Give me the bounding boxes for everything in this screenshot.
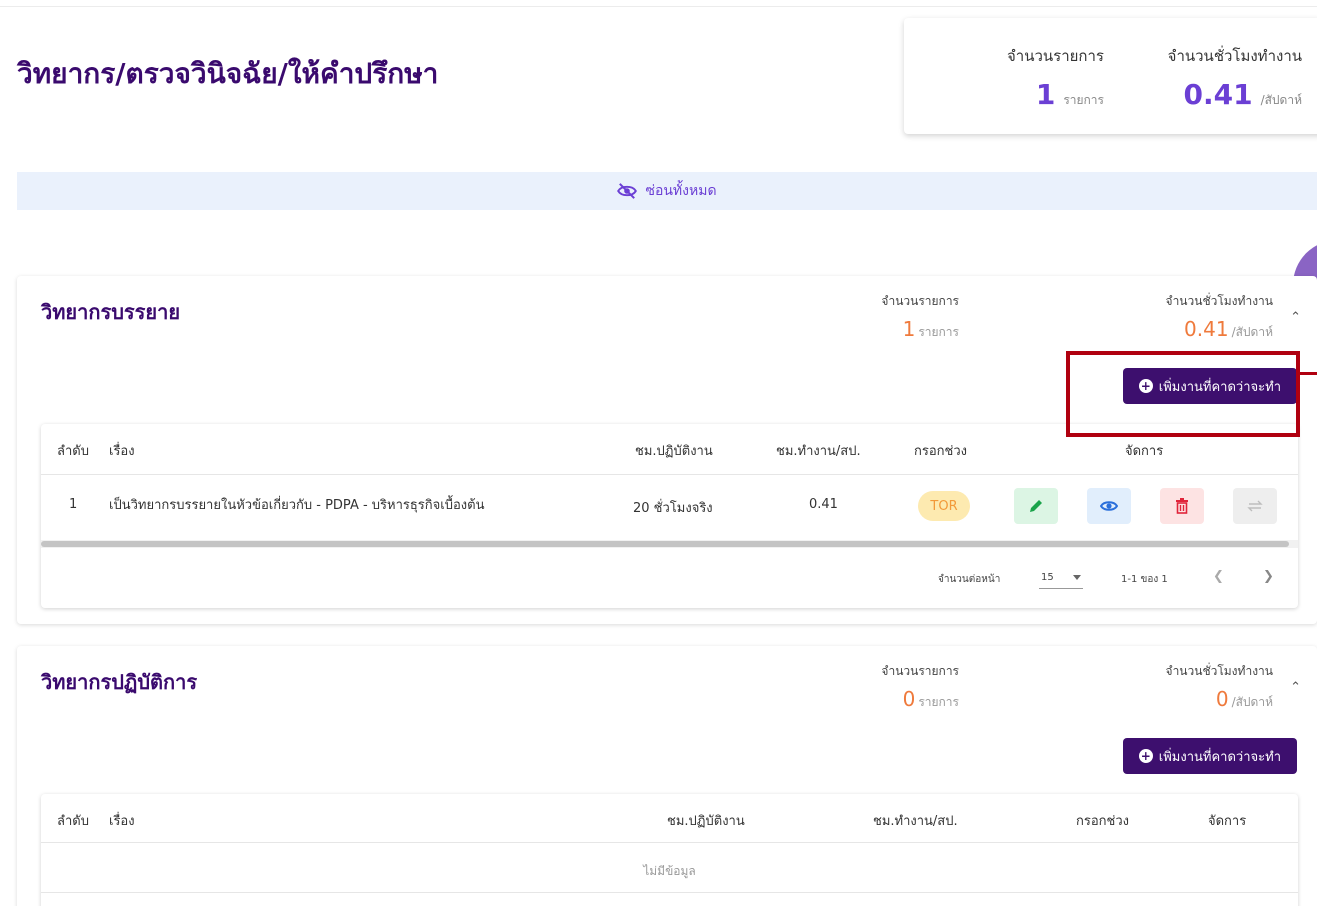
summary-count-label: จำนวนรายการ bbox=[1007, 47, 1104, 65]
collapse-chevron-icon[interactable]: ⌃ bbox=[1290, 680, 1301, 695]
col-manage: จัดการ bbox=[1125, 444, 1164, 459]
col-work-hours: ชม.ปฏิบัติงาน bbox=[667, 814, 745, 829]
col-hours-per-week: ชม.ทำงาน/สป. bbox=[776, 444, 861, 459]
summary-count-unit: รายการ bbox=[1063, 93, 1104, 107]
section-hours-value: 0 bbox=[1215, 687, 1229, 711]
section-count-unit: รายการ bbox=[918, 695, 959, 709]
scrollbar-thumb[interactable] bbox=[41, 541, 1289, 547]
section-hours-unit: /สัปดาห์ bbox=[1231, 325, 1273, 339]
pencil-icon bbox=[1030, 500, 1042, 512]
section-count: จำนวนรายการ 1 รายการ bbox=[881, 292, 959, 342]
eye-off-icon bbox=[617, 183, 638, 199]
summary-hours-unit: /สัปดาห์ bbox=[1260, 93, 1302, 107]
section-hours: จำนวนชั่วโมงทำงาน 0.41/สัปดาห์ bbox=[1166, 292, 1273, 342]
add-button-label: เพิ่มงานที่คาดว่าจะทำ bbox=[1158, 749, 1281, 765]
summary-hours-label: จำนวนชั่วโมงทำงาน bbox=[1167, 47, 1302, 65]
period-badge: TOR bbox=[918, 491, 970, 521]
row-work-hours: 20 ชั่วโมงจริง bbox=[633, 501, 713, 516]
col-period: กรอกช่วง bbox=[914, 444, 968, 459]
row-subject: เป็นวิทยากรบรรยายในหัวข้อเกี่ยวกับ - PDP… bbox=[109, 498, 485, 513]
highlight-annotation-line bbox=[1300, 372, 1317, 375]
hide-all-button[interactable]: ซ่อนทั้งหมด bbox=[17, 172, 1317, 210]
section-title: วิทยากรปฏิบัติการ bbox=[41, 670, 198, 694]
col-period: กรอกช่วง bbox=[1076, 814, 1130, 829]
col-index: ลำดับ bbox=[57, 814, 89, 829]
summary-count: จำนวนรายการ 1 รายการ bbox=[1007, 44, 1104, 111]
summary-card: จำนวนรายการ 1 รายการ จำนวนชั่วโมงทำงาน 0.… bbox=[904, 18, 1317, 134]
section-hours: จำนวนชั่วโมงทำงาน 0/สัปดาห์ bbox=[1166, 662, 1273, 712]
section-count-value: 0 bbox=[902, 687, 916, 711]
section-hours-unit: /สัปดาห์ bbox=[1231, 695, 1273, 709]
section-workshop: วิทยากรปฏิบัติการ จำนวนรายการ 0 รายการ จำ… bbox=[17, 646, 1317, 906]
summary-hours-value: 0.41 bbox=[1183, 78, 1253, 111]
view-button[interactable] bbox=[1087, 488, 1131, 524]
row-divider bbox=[41, 892, 1298, 893]
section-hours-value: 0.41 bbox=[1184, 317, 1229, 341]
add-expected-work-button[interactable]: + เพิ่มงานที่คาดว่าจะทำ bbox=[1122, 738, 1297, 774]
highlight-annotation-box bbox=[1066, 351, 1300, 437]
transfer-button[interactable] bbox=[1233, 488, 1277, 524]
lecture-table: ลำดับ เรื่อง ชม.ปฏิบัติงาน ชม.ทำงาน/สป. … bbox=[41, 424, 1298, 608]
empty-state: ไม่มีข้อมูล bbox=[643, 864, 696, 878]
workshop-table: ลำดับ เรื่อง ชม.ปฏิบัติงาน ชม.ทำงาน/สป. … bbox=[41, 794, 1298, 906]
top-divider bbox=[0, 6, 1317, 7]
eye-icon bbox=[1100, 501, 1118, 511]
section-count: จำนวนรายการ 0 รายการ bbox=[881, 662, 959, 712]
per-page-value: 15 bbox=[1041, 572, 1054, 583]
edit-button[interactable] bbox=[1014, 488, 1058, 524]
chevron-right-icon[interactable]: ❯ bbox=[1263, 569, 1274, 584]
col-subject: เรื่อง bbox=[109, 814, 135, 829]
col-hours-per-week: ชม.ทำงาน/สป. bbox=[873, 814, 958, 829]
per-page-label: จำนวนต่อหน้า bbox=[938, 574, 1001, 585]
summary-hours: จำนวนชั่วโมงทำงาน 0.41/สัปดาห์ bbox=[1168, 44, 1302, 111]
section-count-label: จำนวนรายการ bbox=[881, 664, 959, 678]
delete-button[interactable] bbox=[1160, 488, 1204, 524]
section-lecture: วิทยากรบรรยาย จำนวนรายการ 1 รายการ จำนวนช… bbox=[17, 276, 1317, 624]
row-hours-per-week: 0.41 bbox=[809, 497, 838, 512]
trash-icon bbox=[1176, 498, 1188, 514]
horizontal-scrollbar[interactable] bbox=[41, 540, 1298, 548]
col-manage: จัดการ bbox=[1208, 814, 1247, 829]
col-work-hours: ชม.ปฏิบัติงาน bbox=[635, 444, 713, 459]
swap-arrows-icon bbox=[1247, 500, 1263, 512]
section-hours-label: จำนวนชั่วโมงทำงาน bbox=[1165, 664, 1273, 678]
caret-down-icon bbox=[1073, 575, 1081, 580]
section-hours-label: จำนวนชั่วโมงทำงาน bbox=[1165, 294, 1273, 308]
section-count-value: 1 bbox=[902, 317, 916, 341]
col-index: ลำดับ bbox=[57, 444, 89, 459]
page-title: วิทยากร/ตรวจวินิจฉัย/ให้คำปรึกษา bbox=[17, 57, 439, 90]
summary-count-value: 1 bbox=[1035, 78, 1056, 111]
chevron-left-icon[interactable]: ❮ bbox=[1213, 569, 1224, 584]
header-divider bbox=[41, 474, 1298, 475]
plus-circle-icon: + bbox=[1138, 749, 1153, 763]
page-range: 1-1 ของ 1 bbox=[1121, 574, 1168, 585]
row-index: 1 bbox=[69, 497, 78, 512]
section-title: วิทยากรบรรยาย bbox=[41, 300, 181, 324]
page-frame: วิทยากร/ตรวจวินิจฉัย/ให้คำปรึกษา จำนวนรา… bbox=[0, 0, 1317, 906]
hide-all-label: ซ่อนทั้งหมด bbox=[645, 183, 717, 199]
per-page-select[interactable]: 15 bbox=[1039, 567, 1083, 589]
section-count-unit: รายการ bbox=[918, 325, 959, 339]
section-count-label: จำนวนรายการ bbox=[881, 294, 959, 308]
collapse-chevron-icon[interactable]: ⌃ bbox=[1290, 310, 1301, 325]
header-divider bbox=[41, 842, 1298, 843]
col-subject: เรื่อง bbox=[109, 444, 135, 459]
